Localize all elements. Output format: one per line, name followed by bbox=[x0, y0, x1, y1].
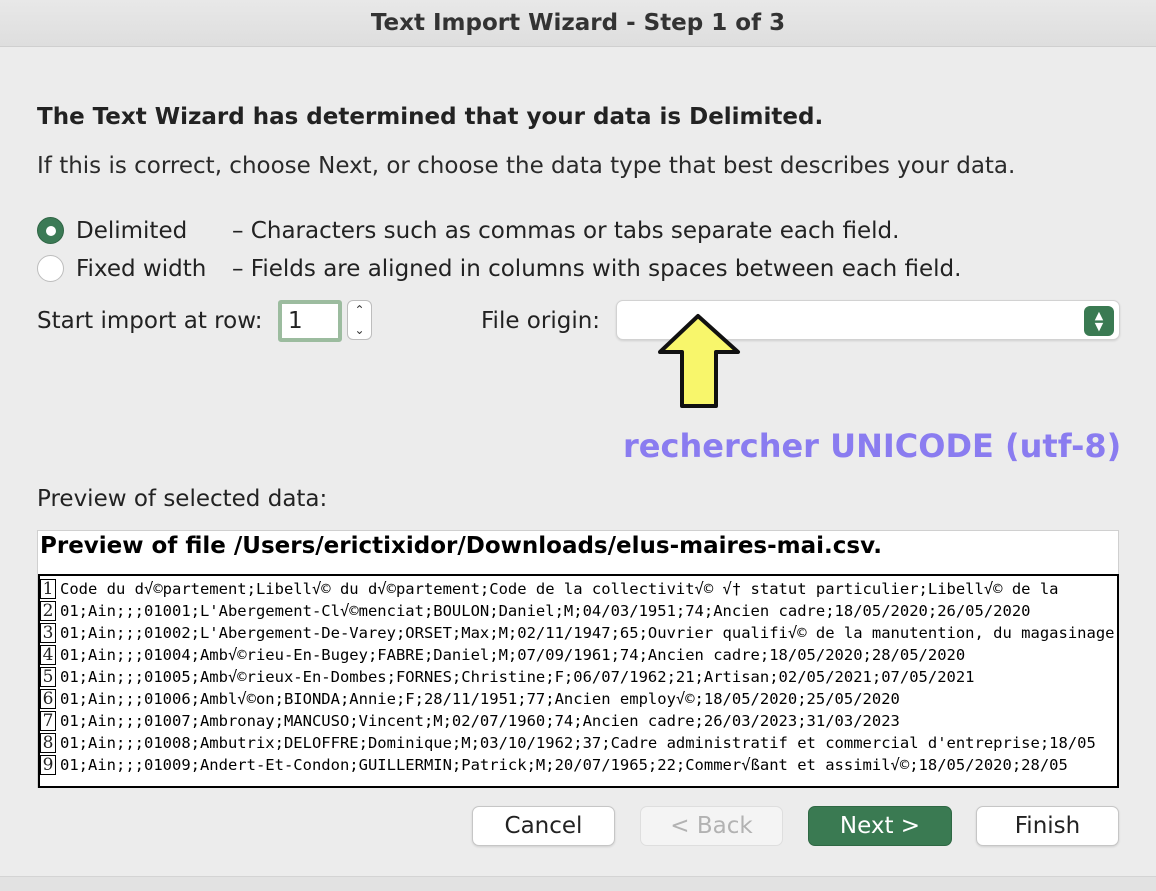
fixed-width-option[interactable]: Fixed width – Fields are aligned in colu… bbox=[37, 255, 961, 282]
preview-row: 3 01;Ain;;;01002;L'Abergement-De-Varey;O… bbox=[40, 622, 1117, 644]
window-bottom-edge bbox=[0, 876, 1156, 891]
preview-row: 8 01;Ain;;;01008;Ambutrix;DELOFFRE;Domin… bbox=[40, 732, 1117, 754]
row-number: 2 bbox=[40, 601, 56, 621]
preview-row: 6 01;Ain;;;01006;Ambl√©on;BIONDA;Annie;F… bbox=[40, 688, 1117, 710]
row-number: 7 bbox=[40, 711, 56, 731]
row-number: 3 bbox=[40, 623, 56, 643]
annotation-text: rechercher UNICODE (utf-8) bbox=[623, 427, 1122, 465]
row-data: 01;Ain;;;01006;Ambl√©on;BIONDA;Annie;F;2… bbox=[60, 690, 900, 708]
row-data: 01;Ain;;;01007;Ambronay;MANCUSO;Vincent;… bbox=[60, 712, 900, 730]
preview-row: 9 01;Ain;;;01009;Andert-Et-Condon;GUILLE… bbox=[40, 754, 1117, 776]
start-row-label: Start import at row: bbox=[37, 308, 263, 334]
window-title: Text Import Wizard - Step 1 of 3 bbox=[370, 10, 786, 36]
fixed-width-description: – Fields are aligned in columns with spa… bbox=[232, 255, 962, 282]
row-data: 01;Ain;;;01004;Amb√©rieu-En-Bugey;FABRE;… bbox=[60, 646, 966, 664]
preview-row: 4 01;Ain;;;01004;Amb√©rieu-En-Bugey;FABR… bbox=[40, 644, 1117, 666]
row-data: Code du d√©partement;Libell√© du d√©part… bbox=[60, 580, 1059, 598]
row-number: 1 bbox=[40, 579, 56, 599]
start-row-input[interactable] bbox=[278, 300, 342, 342]
stepper-down-icon[interactable]: ⌄ bbox=[354, 323, 364, 337]
row-number: 9 bbox=[40, 755, 56, 775]
back-button[interactable]: < Back bbox=[640, 806, 783, 846]
preview-row: 7 01;Ain;;;01007;Ambronay;MANCUSO;Vincen… bbox=[40, 710, 1117, 732]
preview-row: 5 01;Ain;;;01005;Amb√©rieux-En-Dombes;FO… bbox=[40, 666, 1117, 688]
next-button[interactable]: Next > bbox=[808, 806, 952, 846]
fixed-width-radio[interactable] bbox=[37, 255, 64, 282]
wizard-heading: The Text Wizard has determined that your… bbox=[37, 104, 824, 130]
title-bar: Text Import Wizard - Step 1 of 3 bbox=[0, 0, 1156, 47]
preview-label: Preview of selected data: bbox=[37, 486, 328, 512]
chevron-down-glyph: ▼ bbox=[1094, 320, 1104, 333]
row-number: 8 bbox=[40, 733, 56, 753]
row-data: 01;Ain;;;01009;Andert-Et-Condon;GUILLERM… bbox=[60, 756, 1068, 774]
finish-button[interactable]: Finish bbox=[976, 806, 1119, 846]
delimited-radio[interactable] bbox=[37, 217, 64, 244]
row-number: 5 bbox=[40, 667, 56, 687]
row-data: 01;Ain;;;01005;Amb√©rieux-En-Dombes;FORN… bbox=[60, 668, 975, 686]
row-data: 01;Ain;;;01001;L'Abergement-Cl√©menciat;… bbox=[60, 602, 1031, 620]
preview-title: Preview of file /Users/erictixidor/Downl… bbox=[40, 533, 882, 559]
row-number: 6 bbox=[40, 689, 56, 709]
fixed-width-label: Fixed width bbox=[76, 255, 207, 282]
preview-row: 1 Code du d√©partement;Libell√© du d√©pa… bbox=[40, 578, 1117, 600]
chevron-updown-icon[interactable]: ▲ ▼ bbox=[1084, 306, 1114, 336]
preview-row: 2 01;Ain;;;01001;L'Abergement-Cl√©mencia… bbox=[40, 600, 1117, 622]
preview-pane[interactable]: Preview of file /Users/erictixidor/Downl… bbox=[37, 530, 1119, 788]
cancel-button[interactable]: Cancel bbox=[472, 806, 615, 846]
delimited-description: – Characters such as commas or tabs sepa… bbox=[232, 217, 900, 244]
delimited-label: Delimited bbox=[76, 217, 188, 244]
stepper-up-icon[interactable]: ⌃ bbox=[354, 303, 364, 317]
delimited-option[interactable]: Delimited – Characters such as commas or… bbox=[37, 217, 899, 244]
row-number: 4 bbox=[40, 645, 56, 665]
annotation-arrow-icon bbox=[658, 314, 740, 408]
wizard-subtext: If this is correct, choose Next, or choo… bbox=[37, 153, 1016, 179]
file-origin-label: File origin: bbox=[481, 308, 601, 334]
row-data: 01;Ain;;;01008;Ambutrix;DELOFFRE;Dominiq… bbox=[60, 734, 1096, 752]
row-data: 01;Ain;;;01002;L'Abergement-De-Varey;ORS… bbox=[60, 624, 1115, 642]
preview-table[interactable]: 1 Code du d√©partement;Libell√© du d√©pa… bbox=[38, 574, 1119, 788]
start-row-stepper[interactable]: ⌃ ⌄ bbox=[347, 300, 372, 340]
